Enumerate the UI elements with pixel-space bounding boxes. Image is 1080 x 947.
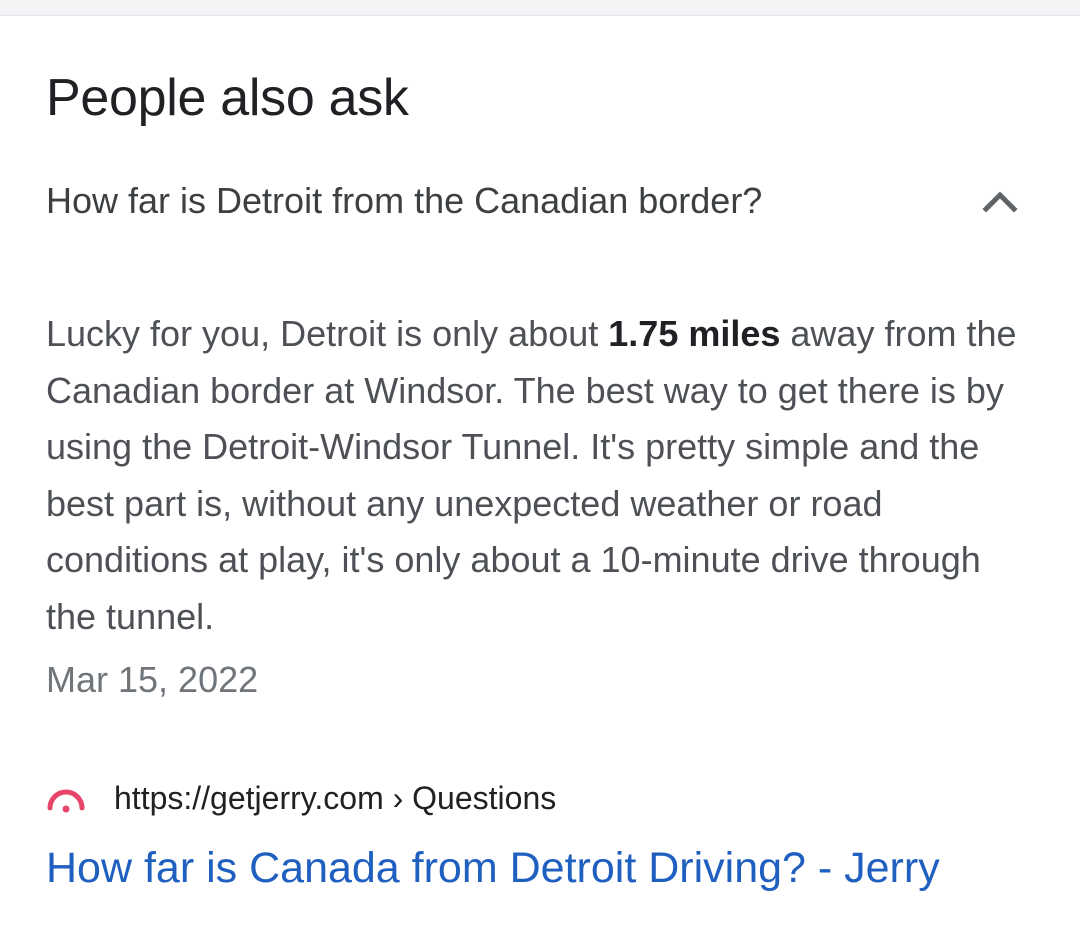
answer-text-rest: away from the Canadian border at Windsor… bbox=[46, 313, 1017, 637]
source-link[interactable]: https://getjerry.com › Questions bbox=[46, 776, 946, 822]
section-heading: People also ask bbox=[46, 69, 409, 127]
answer-date: Mar 15, 2022 bbox=[46, 659, 259, 700]
question-text: How far is Detroit from the Canadian bor… bbox=[46, 180, 763, 221]
answer-text-start: Lucky for you, Detroit is only about bbox=[46, 313, 609, 354]
answer-snippet: Lucky for you, Detroit is only about 1.7… bbox=[46, 306, 1036, 645]
people-also-ask-card: People also ask How far is Detroit from … bbox=[0, 16, 1080, 947]
chevron-up-icon[interactable] bbox=[980, 184, 1020, 218]
question-accordion-toggle[interactable]: How far is Detroit from the Canadian bor… bbox=[0, 166, 1080, 238]
top-divider-bar bbox=[0, 0, 1080, 16]
answer-highlight: 1.75 miles bbox=[608, 313, 781, 354]
jerry-favicon-icon bbox=[47, 789, 85, 813]
result-title-link[interactable]: How far is Canada from Detroit Driving? … bbox=[46, 844, 940, 893]
source-url: https://getjerry.com › Questions bbox=[114, 780, 557, 816]
